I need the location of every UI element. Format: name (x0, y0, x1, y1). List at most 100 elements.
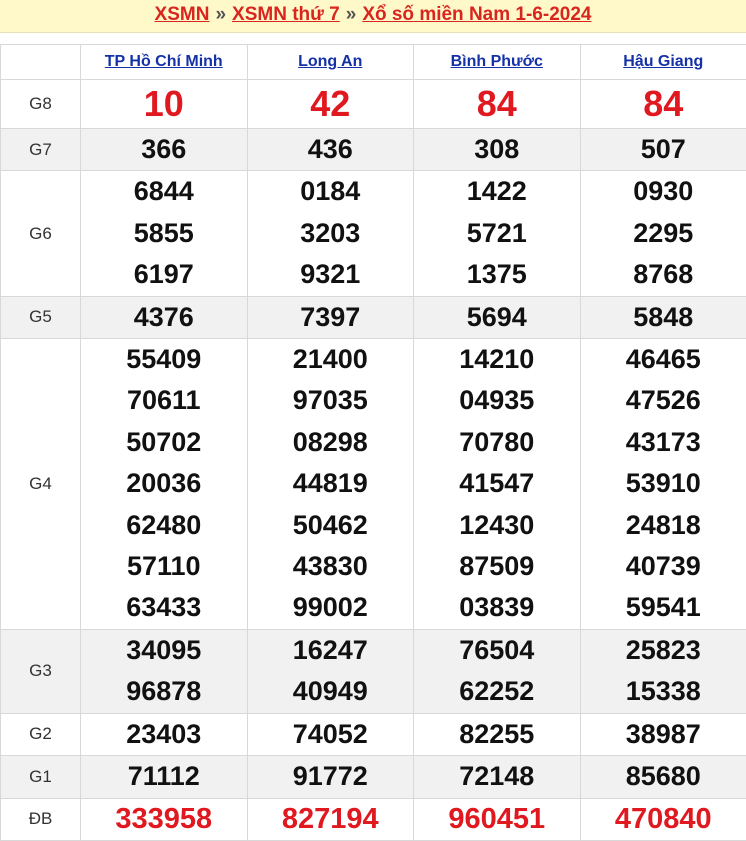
results-table: TP Hồ Chí Minh Long An Bình Phước Hậu Gi… (0, 44, 746, 841)
header-corner (0, 44, 81, 80)
result-number: 43173 (625, 426, 701, 457)
result-number: 1375 (466, 259, 527, 290)
result-cell: 76504 62252 (413, 628, 581, 714)
result-number: 3203 (300, 217, 361, 248)
result-number: 24818 (625, 509, 701, 540)
result-cell: 42 (246, 79, 414, 129)
result-cell: 46465 47526 43173 53910 24818 40739 59541 (579, 338, 746, 630)
prize-row: G3 34095 96878 16247 40949 76504 62252 25823 153… (0, 628, 746, 714)
prize-label: G5 (0, 295, 81, 340)
prize-label: G8 (0, 79, 81, 129)
result-cell: 308 (413, 127, 581, 172)
result-cell: 82255 (413, 712, 581, 757)
result-cell: 366 (80, 127, 248, 172)
result-cell: 4376 (80, 295, 248, 340)
result-cell: 21400 97035 08298 44819 50462 43830 99002 (246, 338, 414, 630)
prize-label: G4 (0, 338, 81, 630)
result-cell: 0930 2295 8768 (579, 170, 746, 297)
result-number: 42 (310, 83, 351, 124)
result-number: 10 (143, 83, 184, 124)
result-number: 76504 (459, 634, 535, 665)
result-number: 87509 (459, 551, 535, 582)
result-number: 507 (640, 134, 686, 164)
result-cell: 14210 04935 70780 41547 12430 87509 03839 (413, 338, 581, 630)
result-cell: 7397 (246, 295, 414, 340)
result-number: 96878 (126, 676, 202, 707)
breadcrumb-xsmn-thu7-link[interactable]: XSMN thứ 7 (232, 4, 340, 26)
result-number: 16247 (292, 634, 368, 665)
result-number: 74052 (292, 718, 368, 749)
province-header: TP Hồ Chí Minh (80, 44, 248, 80)
result-number: 99002 (292, 592, 368, 623)
result-number: 84 (476, 83, 517, 124)
breadcrumb-separator: » (345, 4, 357, 25)
prize-row: G7 366 436 308 507 (0, 127, 746, 172)
result-number: 40739 (625, 551, 701, 582)
province-link[interactable]: Bình Phước (451, 53, 543, 70)
result-cell: 470840 (579, 797, 746, 841)
result-number: 21400 (292, 344, 368, 375)
result-cell: 6844 5855 6197 (80, 170, 248, 297)
result-number: 2295 (633, 217, 694, 248)
result-number: 4376 (133, 301, 194, 332)
result-number: 71112 (127, 761, 200, 792)
prize-table-body: G8 10 42 84 84 G7 366 436 308 507 G6 6844 5855 6197 01… (0, 79, 746, 841)
result-cell: 436 (246, 127, 414, 172)
result-cell: 507 (579, 127, 746, 172)
result-number: 7397 (300, 301, 361, 332)
prize-row: G6 6844 5855 6197 0184 3203 9321 1422 5721 1375 09… (0, 170, 746, 297)
result-number: 5721 (466, 217, 527, 248)
province-header: Long An (246, 44, 414, 80)
result-number: 333958 (115, 802, 213, 835)
result-number: 12430 (459, 509, 535, 540)
result-cell: 85680 (579, 755, 746, 799)
result-number: 47526 (625, 385, 701, 416)
province-header: Bình Phước (413, 44, 581, 80)
result-cell: 10 (80, 79, 248, 129)
result-number: 84 (643, 83, 684, 124)
breadcrumb-xsmn-link[interactable]: XSMN (155, 4, 210, 26)
result-number: 63433 (126, 592, 202, 623)
prize-label: ĐB (0, 797, 81, 841)
result-number: 15338 (625, 676, 701, 707)
result-cell: 34095 96878 (80, 628, 248, 714)
province-link[interactable]: Long An (298, 53, 362, 70)
result-number: 1422 (466, 176, 527, 207)
result-cell: 71112 (80, 755, 248, 799)
spacer (0, 33, 746, 44)
result-number: 14210 (459, 344, 535, 375)
result-cell: 960451 (413, 797, 581, 841)
result-number: 366 (141, 134, 187, 164)
result-cell: 23403 (80, 712, 248, 757)
result-number: 8768 (633, 259, 694, 290)
result-cell: 333958 (80, 797, 248, 841)
result-cell: 55409 70611 50702 20036 62480 57110 63433 (80, 338, 248, 630)
breadcrumb-separator: » (215, 4, 227, 25)
result-cell: 0184 3203 9321 (246, 170, 414, 297)
prize-label: G2 (0, 712, 81, 757)
result-number: 85680 (625, 761, 701, 792)
result-number: 70611 (126, 385, 201, 416)
result-number: 55409 (126, 344, 202, 375)
result-number: 72148 (459, 761, 535, 792)
result-number: 03839 (459, 592, 535, 623)
result-number: 40949 (292, 676, 368, 707)
province-header: Hậu Giang (579, 44, 746, 80)
prize-row: G4 55409 70611 50702 20036 62480 57110 63433 214… (0, 338, 746, 630)
province-link[interactable]: Hậu Giang (623, 53, 703, 70)
prize-label: G3 (0, 628, 81, 714)
province-header-row: TP Hồ Chí Minh Long An Bình Phước Hậu Gi… (0, 44, 746, 80)
result-number: 827194 (281, 802, 379, 835)
result-cell: 84 (579, 79, 746, 129)
breadcrumb: XSMN » XSMN thứ 7 » Xổ số miền Nam 1-6-2… (0, 0, 746, 33)
breadcrumb-page-title-link[interactable]: Xổ số miền Nam 1-6-2024 (362, 4, 591, 26)
province-link[interactable]: TP Hồ Chí Minh (105, 53, 223, 70)
result-number: 53910 (625, 468, 701, 499)
result-cell: 72148 (413, 755, 581, 799)
result-number: 20036 (126, 468, 202, 499)
prize-label: G1 (0, 755, 81, 799)
result-number: 43830 (292, 551, 368, 582)
result-number: 08298 (292, 426, 368, 457)
result-number: 04935 (459, 385, 535, 416)
prize-row: G5 4376 7397 5694 5848 (0, 295, 746, 340)
